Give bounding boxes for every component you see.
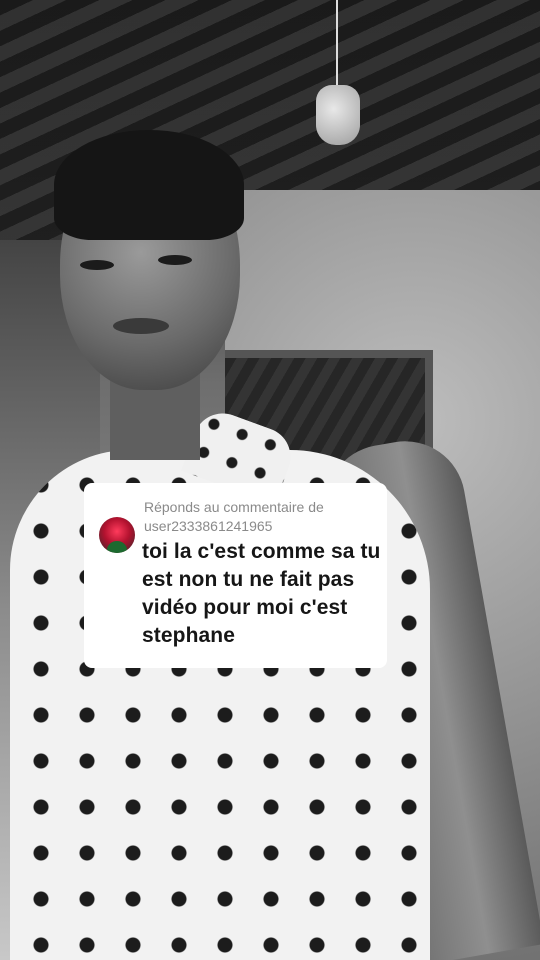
reply-header-prefix: Réponds au commentaire de [144, 499, 324, 515]
video-frame[interactable]: Réponds au commentaire de user2333861241… [0, 0, 540, 960]
left-eye [80, 260, 114, 270]
commenter-avatar-icon[interactable] [99, 517, 135, 553]
person-mouth [113, 318, 169, 334]
light-bulb [316, 85, 360, 145]
person-hair [54, 130, 244, 240]
reply-comment-text: toi la c'est comme sa tu est non tu ne f… [142, 540, 381, 647]
bulb-wire [336, 0, 338, 88]
right-eye [158, 255, 192, 265]
reply-header: Réponds au commentaire de user2333861241… [144, 498, 379, 536]
reply-username[interactable]: user2333861241965 [144, 518, 272, 534]
comment-reply-card[interactable]: Réponds au commentaire de user2333861241… [84, 483, 387, 668]
